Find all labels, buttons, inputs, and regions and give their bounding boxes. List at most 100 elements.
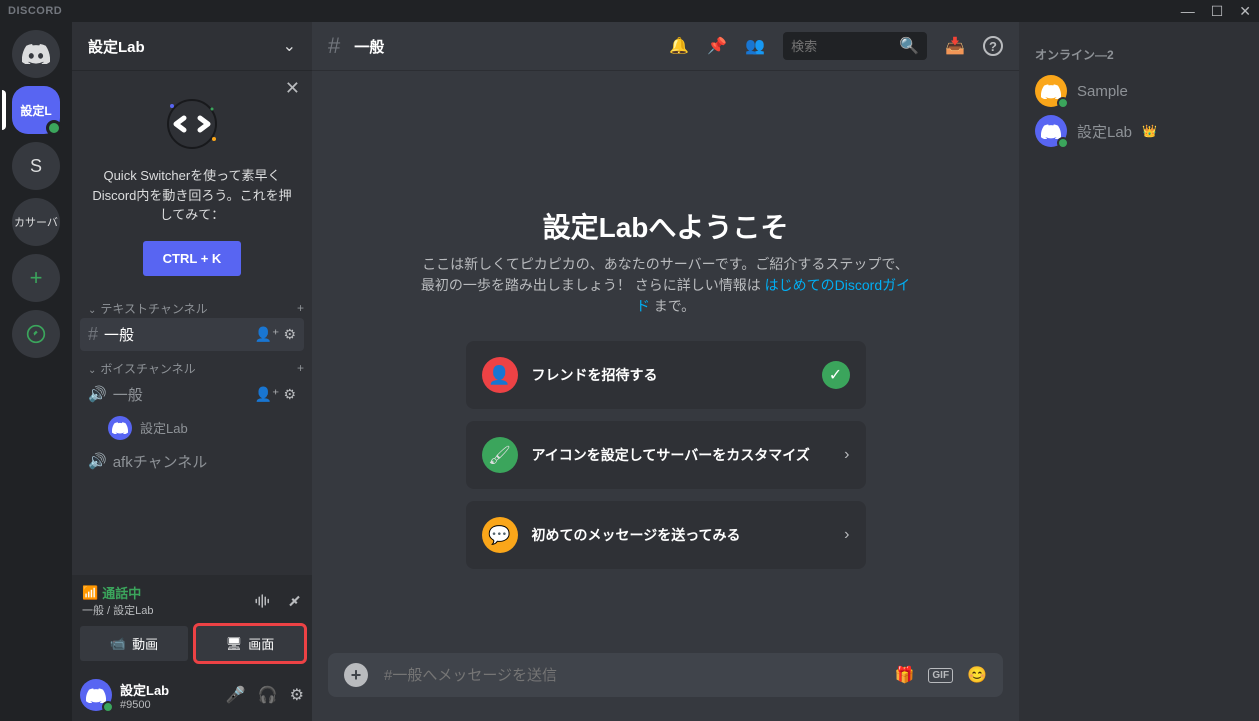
avatar (1035, 115, 1067, 147)
message-input[interactable] (384, 667, 878, 684)
home-button[interactable] (12, 30, 60, 78)
search-box[interactable]: 🔍 (783, 32, 927, 60)
gear-icon[interactable]: ⚙ (283, 326, 296, 343)
minimize-button[interactable]: — (1181, 3, 1195, 20)
connection-status[interactable]: 📶通話中 (82, 583, 154, 602)
settings-icon[interactable]: ⚙ (290, 685, 304, 705)
screen-share-button[interactable]: 🖥画面 (196, 626, 304, 661)
text-channels-category[interactable]: テキストチャンネル + (72, 292, 312, 317)
disconnect-icon[interactable] (284, 592, 302, 610)
voice-user-name: 設定Lab (140, 418, 188, 437)
server-name: 設定Lab (88, 36, 145, 57)
avatar[interactable] (80, 679, 112, 711)
voice-channels-category[interactable]: ボイスチャンネル + (72, 352, 312, 377)
noise-suppress-icon[interactable] (254, 592, 272, 610)
onboard-label: フレンドを招待する (532, 365, 808, 385)
server-s[interactable]: S (12, 142, 60, 190)
window-controls: — ☐ ✕ (1181, 3, 1251, 20)
quick-switcher-text: Quick Switcherを使って素早くDiscord内を動き回ろう。これを押… (88, 166, 296, 225)
user-tag: #9500 (120, 699, 218, 711)
check-icon: ✓ (822, 361, 850, 389)
member-owner[interactable]: 設定Lab 👑 (1027, 111, 1251, 151)
explore-button[interactable] (12, 310, 60, 358)
hash-icon: # (88, 324, 98, 345)
search-icon: 🔍 (899, 36, 919, 56)
speaker-icon: 🔊 (88, 385, 107, 403)
deafen-icon[interactable]: 🎧 (258, 685, 278, 705)
category-label: ボイスチャンネル (88, 360, 196, 377)
search-input[interactable] (791, 39, 891, 54)
close-icon[interactable]: ✕ (285, 78, 300, 99)
member-sample[interactable]: Sample (1027, 71, 1251, 111)
welcome-description: ここは新しくてピカピカの、あなたのサーバーです。ご紹介するステップで、最初の一歩… (416, 254, 916, 317)
discord-icon (22, 44, 50, 64)
channel-sidebar: 設定Lab ⌄ ✕ Quick Switcherを使って素早くDiscord内を… (72, 22, 312, 721)
server-settei-lab[interactable]: 設定L (12, 86, 60, 134)
channel-afk-voice[interactable]: 🔊afkチャンネル (80, 445, 304, 478)
chevron-down-icon: ⌄ (283, 36, 296, 56)
members-toggle-icon[interactable]: 👥 (745, 36, 765, 56)
discord-icon (1041, 124, 1061, 139)
emoji-icon[interactable]: 😊 (967, 665, 987, 685)
compass-icon (26, 324, 46, 344)
server-find[interactable]: カサーバ (12, 198, 60, 246)
message-input-bar: + 🎁 GIF 😊 (328, 653, 1003, 697)
signal-icon: 📶 (82, 585, 98, 601)
chevron-right-icon: › (844, 446, 849, 464)
titlebar: DISCORD — ☐ ✕ (0, 0, 1259, 22)
avatar (108, 416, 132, 440)
online-badge (102, 701, 114, 713)
server-header[interactable]: 設定Lab ⌄ (72, 22, 312, 70)
username: 設定Lab (120, 680, 218, 699)
member-name: 設定Lab (1077, 121, 1132, 142)
discord-icon (86, 688, 106, 703)
quick-switcher-icon (162, 94, 222, 154)
invite-icon[interactable]: 👤⁺ (255, 386, 280, 403)
channel-title: 一般 (354, 36, 661, 57)
invite-icon[interactable]: 👤⁺ (255, 326, 280, 343)
gif-button[interactable]: GIF (928, 668, 953, 683)
chevron-right-icon: › (844, 526, 849, 544)
maximize-button[interactable]: ☐ (1211, 3, 1224, 20)
add-server-button[interactable]: + (12, 254, 60, 302)
help-icon[interactable]: ? (983, 36, 1003, 56)
welcome-title: 設定Labへようこそ (416, 206, 916, 246)
notifications-icon[interactable]: 🔔 (669, 36, 689, 56)
inbox-icon[interactable]: 📥 (945, 36, 965, 56)
screen-icon: 🖥 (226, 636, 243, 652)
onboard-label: 初めてのメッセージを送ってみる (532, 525, 831, 545)
online-badge (1057, 137, 1069, 149)
onboard-icon-step[interactable]: 🖌 アイコンを設定してサーバーをカスタマイズ › (466, 421, 866, 489)
onboard-message-step[interactable]: 💬 初めてのメッセージを送ってみる › (466, 501, 866, 569)
voice-user-item[interactable]: 設定Lab (72, 412, 312, 444)
channel-general-voice[interactable]: 🔊 一般 👤⁺⚙ (80, 378, 304, 411)
crown-icon: 👑 (1142, 124, 1157, 138)
welcome-section: 設定Labへようこそ ここは新しくてピカピカの、あなたのサーバーです。ご紹介する… (416, 206, 916, 569)
quick-switcher-button[interactable]: CTRL + K (143, 241, 242, 276)
voice-panel: 📶通話中 一般 / 設定Lab 📹動画 🖥画面 設定Lab (72, 575, 312, 721)
onboard-invite[interactable]: 👤 フレンドを招待する ✓ (466, 341, 866, 409)
connection-channel: 一般 / 設定Lab (82, 602, 154, 618)
channel-header: # 一般 🔔 📌 👥 🔍 📥 ? (312, 22, 1019, 70)
channel-general-text[interactable]: #一般 👤⁺⚙ (80, 318, 304, 351)
member-name: Sample (1077, 83, 1128, 100)
gift-icon[interactable]: 🎁 (894, 665, 914, 685)
server-label: カサーバ (14, 214, 58, 230)
discord-icon (1041, 84, 1061, 99)
message-area: 設定Labへようこそ ここは新しくてピカピカの、あなたのサーバーです。ご紹介する… (312, 70, 1019, 653)
voice-active-badge (46, 120, 62, 136)
customize-step-icon: 🖌 (482, 437, 518, 473)
pinned-icon[interactable]: 📌 (707, 36, 727, 56)
video-button[interactable]: 📹動画 (80, 626, 188, 661)
mute-icon[interactable]: 🎤 (226, 685, 246, 705)
close-button[interactable]: ✕ (1239, 3, 1251, 20)
add-channel-icon[interactable]: + (297, 361, 304, 375)
server-label: S (30, 156, 42, 177)
gear-icon[interactable]: ⚙ (283, 386, 296, 403)
message-step-icon: 💬 (482, 517, 518, 553)
member-list: オンライン—2 Sample 設定Lab 👑 (1019, 22, 1259, 721)
server-label: 設定L (20, 102, 51, 119)
channel-label: 一般 (113, 384, 143, 405)
add-channel-icon[interactable]: + (297, 301, 304, 315)
attach-button[interactable]: + (344, 663, 368, 687)
